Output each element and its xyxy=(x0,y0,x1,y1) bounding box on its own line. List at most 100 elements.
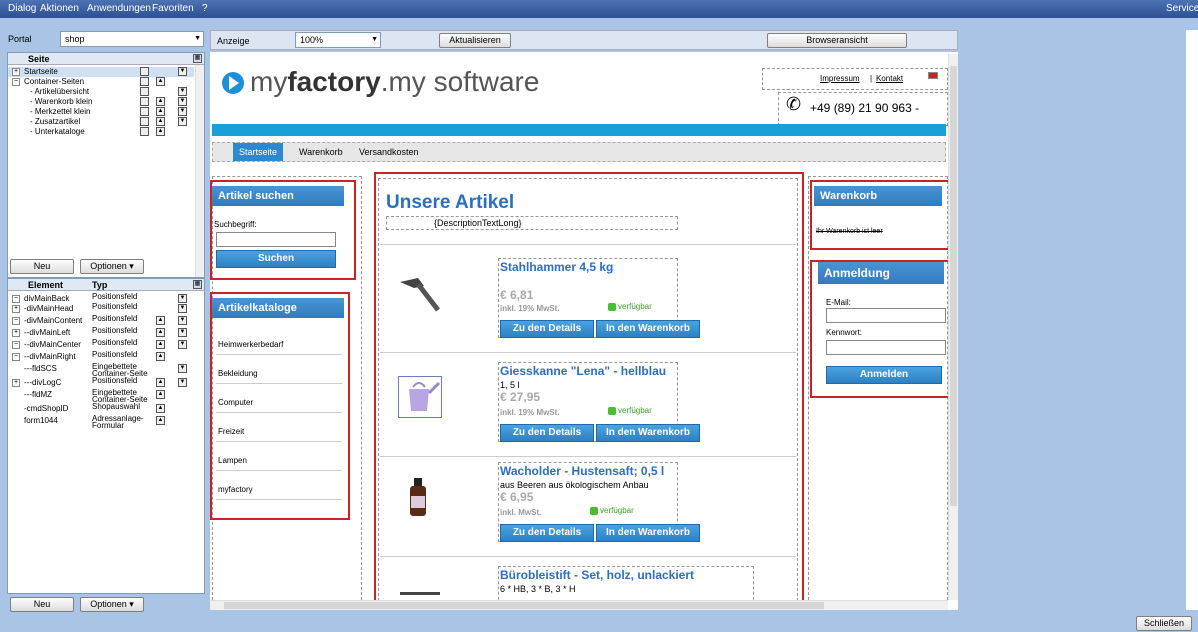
product-title[interactable]: Wacholder - Hustensaft; 0,5 l xyxy=(500,464,664,478)
horizontal-scrollbar-thumb[interactable] xyxy=(224,602,824,609)
kontakt-link[interactable]: Kontakt xyxy=(876,74,903,83)
chevron-down-icon[interactable]: ▼ xyxy=(178,340,187,349)
tree-row-startseite[interactable]: + Startseite ▼ xyxy=(8,67,194,77)
collapse-icon[interactable]: − xyxy=(12,317,20,325)
flag-icon[interactable] xyxy=(928,72,938,79)
password-field[interactable] xyxy=(826,340,946,355)
product-image[interactable] xyxy=(398,476,442,518)
search-button[interactable]: Suchen xyxy=(216,250,336,268)
menu-anwendungen[interactable]: Anwendungen xyxy=(87,3,151,14)
options-element-button[interactable]: Optionen ▾ xyxy=(80,597,144,612)
catalog-item[interactable]: Heimwerkerbedarf xyxy=(218,340,283,349)
close-button[interactable]: Schließen xyxy=(1136,616,1192,631)
product-title[interactable]: Giesskanne "Lena" - hellblau xyxy=(500,364,666,378)
chevron-up-icon[interactable]: ▲ xyxy=(156,416,165,425)
nav-warenkorb[interactable]: Warenkorb xyxy=(299,147,343,157)
portal-select[interactable]: shop ▼ xyxy=(60,31,204,47)
product-image[interactable] xyxy=(398,272,442,314)
chevron-down-icon[interactable]: ▼ xyxy=(178,304,187,313)
collapse-icon[interactable]: − xyxy=(12,353,20,361)
chevron-down-icon[interactable]: ▼ xyxy=(178,67,187,76)
collapse-icon[interactable]: − xyxy=(12,78,20,86)
chevron-up-icon[interactable]: ▲ xyxy=(156,97,165,106)
nav-versandkosten[interactable]: Versandkosten xyxy=(359,147,419,157)
menu-help[interactable]: ? xyxy=(202,3,208,14)
impressum-link[interactable]: Impressum xyxy=(820,74,860,83)
add-to-cart-button[interactable]: In den Warenkorb xyxy=(596,320,700,338)
catalog-item[interactable]: Computer xyxy=(218,398,253,407)
tree-row-zusatzartikel[interactable]: - Zusatzartikel ▲ ▼ xyxy=(8,117,194,127)
details-button[interactable]: Zu den Details xyxy=(500,320,594,338)
horizontal-scrollbar[interactable] xyxy=(210,600,948,610)
expand-icon[interactable]: + xyxy=(12,68,20,76)
chevron-down-icon[interactable]: ▼ xyxy=(178,378,187,387)
chevron-up-icon[interactable]: ▲ xyxy=(156,127,165,136)
zoom-select[interactable]: 100% ▼ xyxy=(295,32,381,48)
grid-icon[interactable]: ▦ xyxy=(193,54,202,63)
new-element-button[interactable]: Neu xyxy=(10,597,74,612)
chevron-up-icon[interactable]: ▲ xyxy=(156,340,165,349)
refresh-button[interactable]: Aktualisieren xyxy=(439,33,511,48)
collapse-icon[interactable]: − xyxy=(12,341,20,349)
new-page-button[interactable]: Neu xyxy=(10,259,74,274)
tree-scrollbar[interactable] xyxy=(195,65,204,277)
chevron-down-icon[interactable]: ▼ xyxy=(178,107,187,116)
menu-dialog[interactable]: Dialog xyxy=(8,3,36,14)
chevron-up-icon[interactable]: ▲ xyxy=(156,77,165,86)
tree-row-container-seiten[interactable]: − Container-Seiten ▲ xyxy=(8,77,194,87)
expand-icon[interactable]: + xyxy=(12,329,20,337)
chevron-up-icon[interactable]: ▲ xyxy=(156,328,165,337)
tree-row-artikeluebersicht[interactable]: - Artikelübersicht ▼ xyxy=(8,87,194,97)
nav-startseite[interactable]: Startseite xyxy=(233,143,284,161)
catalog-title: Artikelkataloge xyxy=(212,298,344,318)
add-to-cart-button[interactable]: In den Warenkorb xyxy=(596,424,700,442)
articles-title: Unsere Artikel xyxy=(386,192,515,213)
chevron-down-icon[interactable]: ▼ xyxy=(178,316,187,325)
chevron-up-icon[interactable]: ▲ xyxy=(156,390,165,399)
chevron-down-icon[interactable]: ▼ xyxy=(178,364,187,373)
chevron-up-icon[interactable]: ▲ xyxy=(156,117,165,126)
menu-favoriten[interactable]: Favoriten xyxy=(152,3,194,14)
chevron-down-icon[interactable]: ▼ xyxy=(178,97,187,106)
tree-row-unterkataloge[interactable]: - Unterkataloge ▲ xyxy=(8,127,194,137)
table-row[interactable]: ---fldMZ Eingebettete Container-Seite ▲ xyxy=(8,389,194,404)
chevron-up-icon[interactable]: ▲ xyxy=(156,316,165,325)
table-row[interactable]: form1044 Adressanlage-Formular ▲ xyxy=(8,415,194,430)
chevron-up-icon[interactable]: ▲ xyxy=(156,107,165,116)
chevron-up-icon[interactable]: ▲ xyxy=(156,378,165,387)
menu-service[interactable]: Service xyxy=(1166,3,1198,14)
tree-row-merkzettel-klein[interactable]: - Merkzettel klein ▲ ▼ xyxy=(8,107,194,117)
login-button[interactable]: Anmelden xyxy=(826,366,942,384)
chevron-down-icon[interactable]: ▼ xyxy=(178,328,187,337)
expand-icon[interactable]: + xyxy=(12,379,20,387)
add-to-cart-button[interactable]: In den Warenkorb xyxy=(596,524,700,542)
chevron-down-icon[interactable]: ▼ xyxy=(178,294,187,303)
catalog-item[interactable]: Bekleidung xyxy=(218,369,258,378)
vertical-scrollbar[interactable] xyxy=(948,54,958,600)
product-title[interactable]: Stahlhammer 4,5 kg xyxy=(500,260,613,274)
link-separator: | xyxy=(870,74,873,83)
vertical-scrollbar-thumb[interactable] xyxy=(950,66,957,506)
menu-aktionen[interactable]: Aktionen xyxy=(40,3,79,14)
grid-icon[interactable]: ▦ xyxy=(193,280,202,289)
options-page-button[interactable]: Optionen ▾ xyxy=(80,259,144,274)
catalog-item[interactable]: myfactory xyxy=(218,485,253,494)
product-title[interactable]: Bürobleistift - Set, holz, unlackiert xyxy=(500,568,694,582)
chevron-down-icon[interactable]: ▼ xyxy=(178,87,187,96)
search-input[interactable] xyxy=(216,232,336,247)
catalog-item[interactable]: Freizeit xyxy=(218,427,244,436)
product-image[interactable] xyxy=(398,376,442,418)
table-row[interactable]: ---fldSCS Eingebettete Container-Seite ▼ xyxy=(8,363,194,378)
anzeige-label: Anzeige xyxy=(217,36,250,46)
tree-row-warenkorb-klein[interactable]: - Warenkorb klein ▲ ▼ xyxy=(8,97,194,107)
chevron-up-icon[interactable]: ▲ xyxy=(156,352,165,361)
collapse-icon[interactable]: − xyxy=(12,295,20,303)
details-button[interactable]: Zu den Details xyxy=(500,424,594,442)
chevron-down-icon[interactable]: ▼ xyxy=(178,117,187,126)
catalog-item[interactable]: Lampen xyxy=(218,456,247,465)
chevron-up-icon[interactable]: ▲ xyxy=(156,404,165,413)
expand-icon[interactable]: + xyxy=(12,305,20,313)
details-button[interactable]: Zu den Details xyxy=(500,524,594,542)
browser-view-button[interactable]: Browseransicht xyxy=(767,33,907,48)
email-field[interactable] xyxy=(826,308,946,323)
